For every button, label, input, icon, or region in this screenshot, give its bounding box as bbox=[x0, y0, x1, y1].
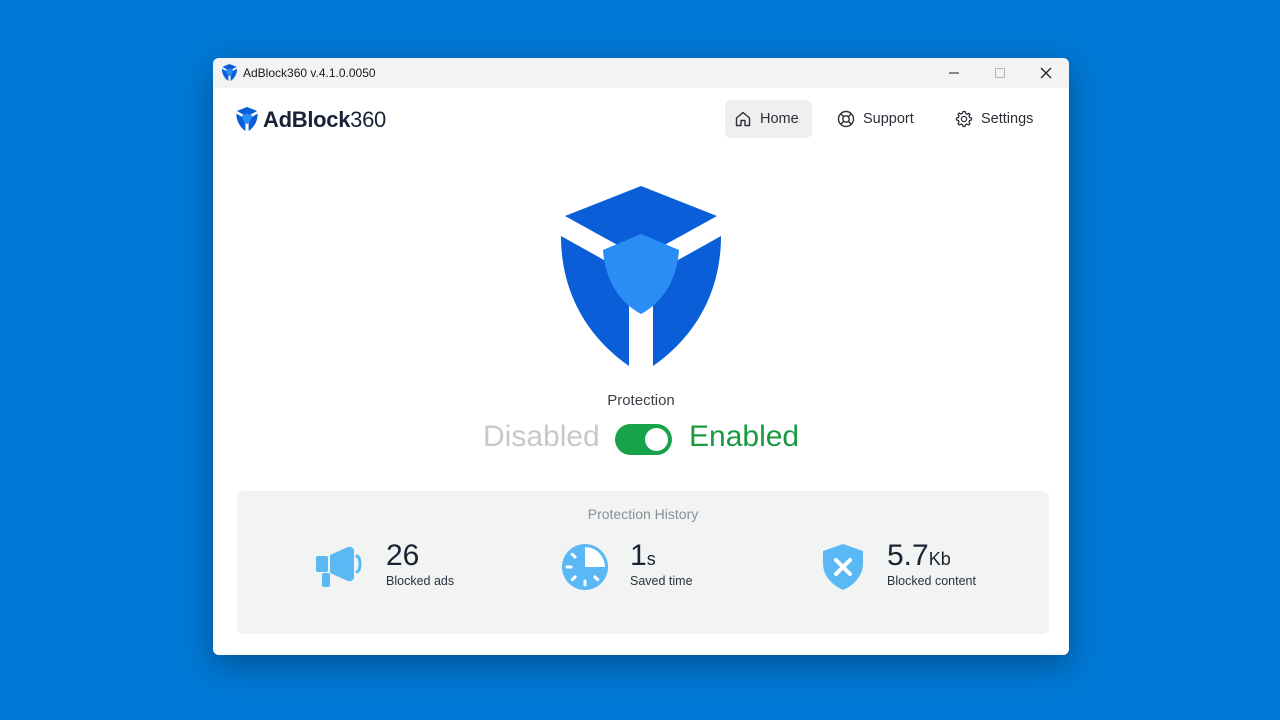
saved-time-caption: Saved time bbox=[630, 574, 693, 588]
minimize-button[interactable] bbox=[931, 58, 977, 88]
protection-label: Protection bbox=[607, 392, 675, 409]
blocked-ads-number: 26 bbox=[386, 539, 420, 572]
blocked-content-unit: Kb bbox=[928, 549, 951, 569]
nav-settings[interactable]: Settings bbox=[947, 100, 1047, 138]
maximize-button[interactable] bbox=[977, 58, 1023, 88]
nav-home[interactable]: Home bbox=[725, 100, 812, 138]
saved-time-unit: s bbox=[646, 549, 656, 569]
window-title: AdBlock360 v.4.1.0.0050 bbox=[243, 66, 376, 80]
close-icon bbox=[1040, 67, 1052, 79]
history-title: Protection History bbox=[587, 506, 699, 522]
gear-icon bbox=[955, 110, 973, 128]
nav-support[interactable]: Support bbox=[829, 100, 929, 138]
megaphone-icon bbox=[316, 546, 362, 587]
close-button[interactable] bbox=[1023, 58, 1069, 88]
blocked-ads-value: 26 bbox=[386, 539, 419, 573]
blocked-content-value: 5.7Kb bbox=[887, 539, 951, 573]
lifebuoy-icon bbox=[837, 110, 855, 128]
saved-time-value: 1s bbox=[630, 539, 656, 573]
blocked-content-caption: Blocked content bbox=[887, 574, 976, 588]
nav-home-label: Home bbox=[760, 111, 799, 127]
nav-settings-label: Settings bbox=[981, 111, 1034, 127]
brand-name-bold: AdBlock bbox=[263, 107, 351, 132]
blocked-ads-caption: Blocked ads bbox=[386, 574, 455, 588]
logo-shield-icon bbox=[236, 107, 258, 131]
maximize-icon bbox=[995, 68, 1005, 78]
nav-support-label: Support bbox=[863, 111, 914, 127]
protection-history-panel: Protection History 26 Blocked ads 1s Sav… bbox=[237, 491, 1049, 634]
enabled-label[interactable]: Enabled bbox=[689, 420, 799, 454]
toggle-knob bbox=[645, 428, 668, 451]
saved-time-number: 1 bbox=[630, 539, 647, 572]
protection-shield-icon bbox=[561, 186, 721, 366]
app-window: AdBlock360 v.4.1.0.0050 AdBlock360 Home bbox=[213, 58, 1069, 655]
clock-icon bbox=[562, 544, 608, 590]
shield-x-icon bbox=[823, 544, 863, 590]
brand-name: AdBlock360 bbox=[263, 107, 386, 133]
home-icon bbox=[735, 111, 751, 127]
app-shield-icon bbox=[221, 64, 238, 81]
protection-toggle[interactable] bbox=[615, 424, 672, 455]
title-bar[interactable]: AdBlock360 v.4.1.0.0050 bbox=[213, 58, 1069, 88]
brand-name-light: 360 bbox=[350, 107, 386, 132]
disabled-label[interactable]: Disabled bbox=[483, 420, 600, 454]
minimize-icon bbox=[949, 72, 959, 74]
blocked-content-number: 5.7 bbox=[887, 539, 929, 572]
